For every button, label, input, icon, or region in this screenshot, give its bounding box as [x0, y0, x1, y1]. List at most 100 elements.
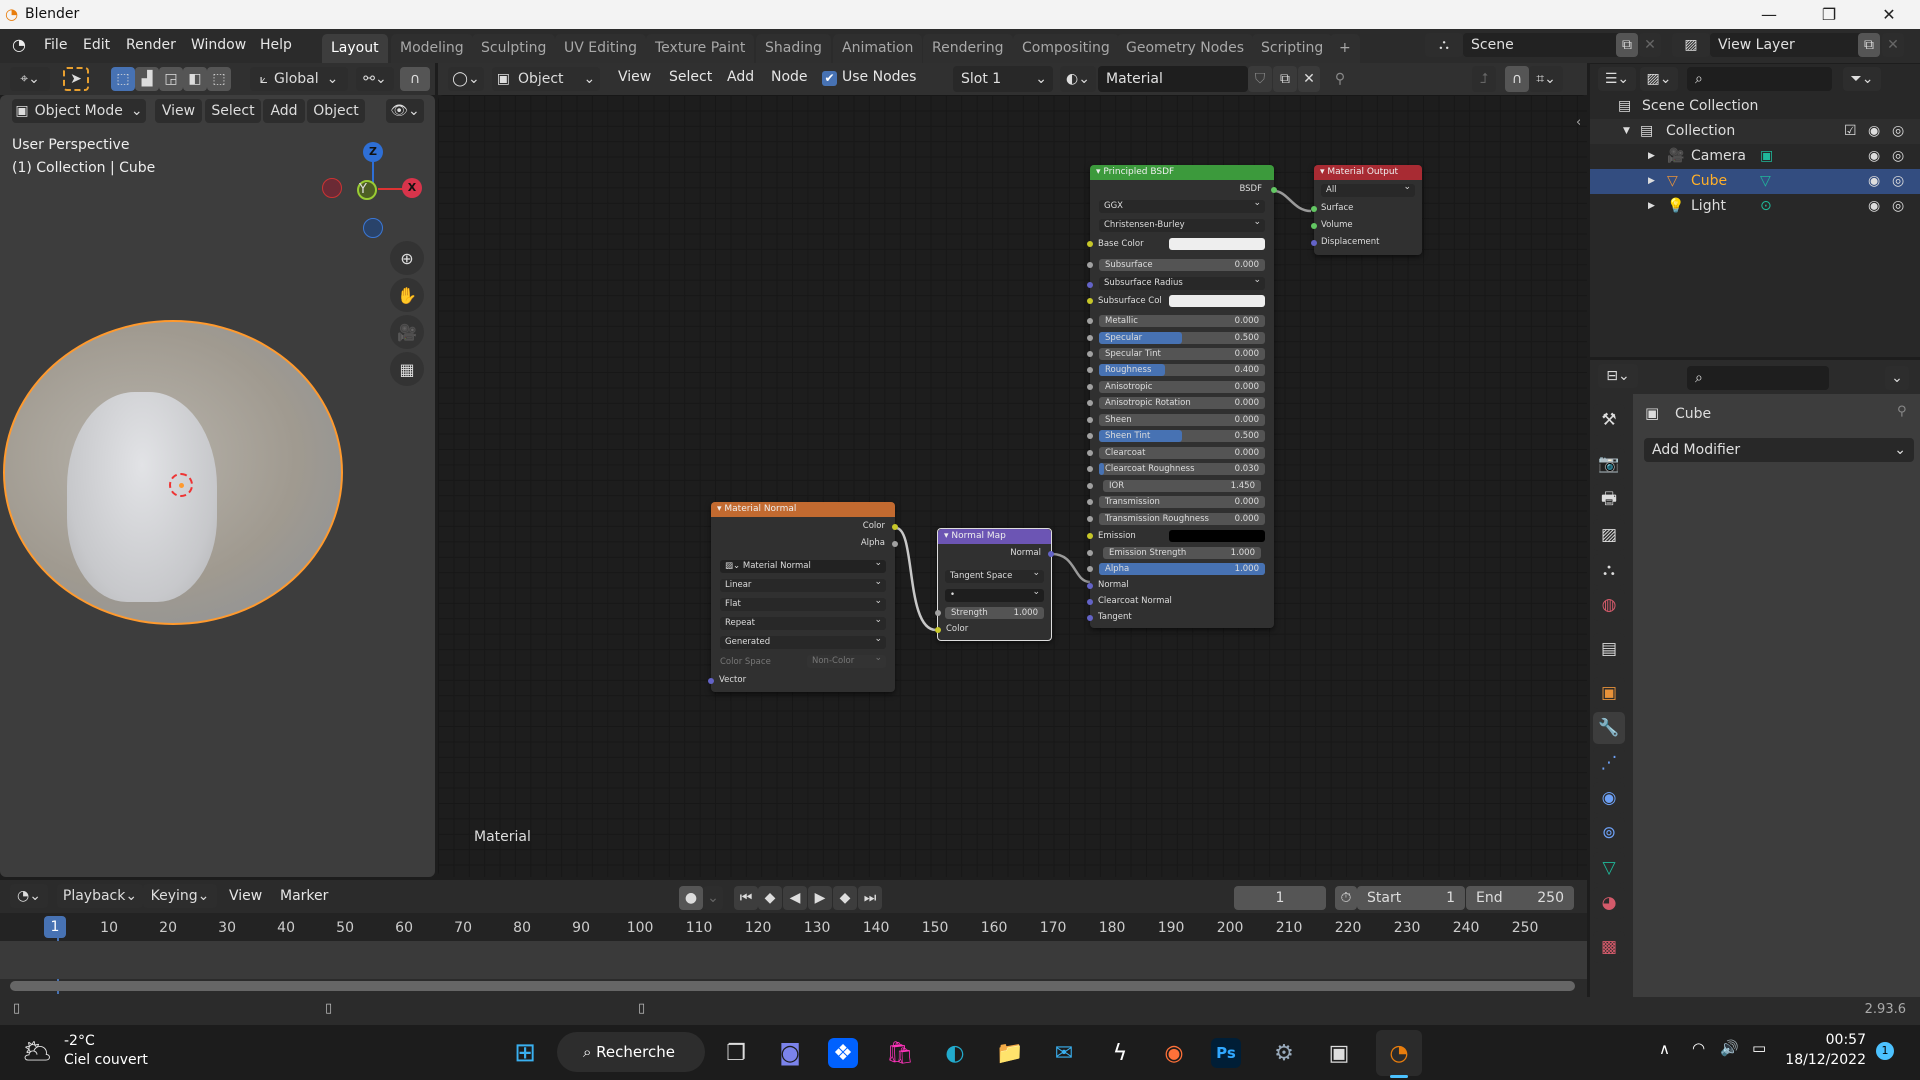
settings-gear-icon[interactable]: ⚙ — [1266, 1035, 1302, 1071]
outliner-row-cube[interactable]: ▶ ▽ Cube ▽ ◉ ◎ — [1590, 169, 1920, 194]
strength-field[interactable]: Strength 1.000 — [945, 607, 1044, 619]
param-socket[interactable] — [1087, 433, 1093, 439]
select-tool-icon[interactable]: ➤ — [63, 67, 89, 91]
tab-object-icon[interactable]: ▣ — [1593, 677, 1625, 709]
source-dropdown[interactable]: Generated — [720, 633, 886, 649]
expand-icon[interactable]: ▼ — [1623, 119, 1630, 144]
color-input-socket[interactable] — [935, 627, 941, 633]
camera-data-icon[interactable]: ▣ — [1760, 144, 1773, 169]
new-view-layer-button[interactable]: ⧉ — [1858, 33, 1880, 57]
param-field-sheen-tint[interactable]: Sheen Tint 0.500 — [1099, 430, 1265, 442]
select-mode-intersect-icon[interactable]: ⬚ — [207, 67, 231, 91]
transform-orientation-dropdown[interactable]: ⟀ Global ⌄ — [250, 67, 348, 91]
close-button[interactable]: ✕ — [1866, 0, 1912, 29]
render-camera-icon[interactable]: ◎ — [1892, 169, 1904, 194]
param-socket[interactable] — [1087, 450, 1093, 456]
photoshop-icon[interactable]: Ps — [1211, 1038, 1241, 1068]
taskbar-search[interactable]: ⌕ Recherche — [557, 1032, 705, 1072]
ortho-grid-icon[interactable]: ▦ — [390, 352, 424, 386]
tab-geometry-nodes[interactable]: Geometry Nodes — [1117, 34, 1254, 63]
expand-icon[interactable]: ▶ — [1648, 194, 1655, 219]
start-windows-icon[interactable]: ⊞ — [507, 1035, 543, 1071]
subsurface-color-swatch[interactable] — [1169, 295, 1265, 307]
param-socket[interactable] — [1087, 483, 1093, 489]
menu-file[interactable]: File — [44, 37, 67, 53]
shader-node-editor[interactable]: ▾ Principled BSDF BSDF GGX Christensen-B… — [438, 95, 1587, 877]
timeline-editor-type[interactable]: ◔⌄ — [10, 884, 48, 908]
visibility-eye-icon[interactable]: ◉ — [1868, 119, 1880, 144]
param-field-specular[interactable]: Specular 0.500 — [1099, 332, 1265, 344]
mesh-data-icon[interactable]: ▽ — [1760, 169, 1771, 194]
param-field-metallic[interactable]: Metallic 0.000 — [1099, 315, 1265, 327]
param-socket[interactable] — [1087, 516, 1093, 522]
tab-compositing[interactable]: Compositing — [1013, 34, 1119, 63]
tangent-socket[interactable] — [1087, 615, 1093, 621]
light-data-icon[interactable]: ⊙ — [1760, 194, 1772, 219]
mail-icon[interactable]: ✉ — [1046, 1035, 1082, 1071]
jump-end-button[interactable]: ⏭ — [858, 886, 882, 910]
visibility-eye-icon[interactable]: ◉ — [1868, 144, 1880, 169]
interpolation-dropdown[interactable]: Linear — [720, 576, 886, 592]
properties-options-dropdown[interactable]: ⌄ — [1885, 366, 1909, 390]
param-field-specular-tint[interactable]: Specular Tint 0.000 — [1099, 348, 1265, 360]
param-field-anisotropic[interactable]: Anisotropic 0.000 — [1099, 381, 1265, 393]
alpha-output-socket[interactable] — [892, 541, 898, 547]
tab-shading[interactable]: Shading — [756, 34, 831, 63]
use-nodes-checkbox[interactable]: ✔ — [822, 71, 837, 86]
color-space-dropdown[interactable]: Non-Color — [807, 652, 886, 668]
visibility-eye-icon[interactable]: ◉ — [1868, 194, 1880, 219]
timeline-menu-view[interactable]: View — [229, 888, 262, 904]
bsdf-output-socket[interactable] — [1271, 187, 1277, 193]
base-color-swatch[interactable] — [1169, 238, 1265, 250]
menu-render[interactable]: Render — [126, 37, 176, 53]
subsurface-method-dropdown[interactable]: Christensen-Burley — [1099, 216, 1265, 232]
param-field-anisotropic-rotation[interactable]: Anisotropic Rotation 0.000 — [1099, 397, 1265, 409]
param-socket[interactable] — [1087, 384, 1093, 390]
playhead-frame-indicator[interactable]: 1 — [44, 916, 66, 938]
subsurface-color-socket[interactable] — [1087, 298, 1093, 304]
blender-menu-icon[interactable]: ◔ — [12, 35, 26, 54]
notification-badge[interactable]: 1 — [1876, 1042, 1894, 1060]
blender-taskbar-icon[interactable]: ◔ — [1376, 1030, 1422, 1076]
gizmo-z-axis[interactable]: Z — [363, 142, 383, 162]
snap-element-dropdown[interactable]: ⌗⌄ — [1529, 66, 1563, 92]
tab-render-icon[interactable]: 📷 — [1593, 448, 1625, 480]
tab-tool-icon[interactable]: ⚒ — [1593, 404, 1625, 436]
emission-color-swatch[interactable] — [1169, 530, 1265, 542]
tab-modifiers-wrench-icon[interactable]: 🔧 — [1593, 712, 1625, 744]
new-scene-button[interactable]: ⧉ — [1616, 33, 1638, 57]
tab-layout[interactable]: Layout — [322, 34, 388, 63]
record-button[interactable]: ● — [679, 886, 703, 910]
param-field-subsurface[interactable]: Subsurface 0.000 — [1099, 259, 1265, 271]
node-menu-view[interactable]: View — [618, 69, 651, 85]
emission-socket[interactable] — [1087, 533, 1093, 539]
outliner-row-light[interactable]: ▶ 💡 Light ⊙ ◉ ◎ — [1590, 194, 1920, 219]
select-mode-extend-icon[interactable]: ▟ — [135, 67, 159, 91]
gizmo-neg-z-axis[interactable] — [363, 218, 383, 238]
dropbox-icon[interactable]: ❖ — [828, 1038, 858, 1068]
material-slot-dropdown[interactable]: Slot 1 ⌄ — [953, 66, 1053, 92]
param-socket[interactable] — [1087, 367, 1093, 373]
material-output-header[interactable]: ▾ Material Output — [1314, 165, 1422, 180]
outliner-filter-dropdown[interactable]: ⏷⌄ — [1843, 67, 1881, 91]
viewport-menu-view[interactable]: View — [155, 99, 202, 123]
param-field-clearcoat[interactable]: Clearcoat 0.000 — [1099, 447, 1265, 459]
task-view-icon[interactable]: ❐ — [718, 1035, 754, 1071]
normal-space-dropdown[interactable]: Tangent Space — [945, 567, 1044, 583]
3d-viewport[interactable]: ▣ Object Mode ⌄ View Select Add Object 👁⌄ … — [0, 95, 435, 877]
play-reverse-button[interactable]: ◀ — [783, 886, 807, 910]
image-datablock-field[interactable]: ▨⌄ Material Normal — [720, 557, 886, 573]
tab-constraints-icon[interactable]: ⊚ — [1593, 817, 1625, 849]
timeline-track-area[interactable] — [0, 941, 1587, 979]
param-socket[interactable] — [1087, 351, 1093, 357]
menu-help[interactable]: Help — [260, 37, 292, 53]
viewport-menu-select[interactable]: Select — [205, 99, 261, 123]
param-socket[interactable] — [1087, 466, 1093, 472]
tab-output-icon[interactable]: 🖶 — [1593, 484, 1625, 516]
microsoft-store-icon[interactable]: 🛍 — [882, 1035, 918, 1071]
uv-map-field[interactable]: • — [945, 586, 1044, 602]
zoom-view-icon[interactable]: ⊕ — [390, 241, 424, 275]
duplicate-material-button[interactable]: ⧉ — [1273, 66, 1297, 92]
current-frame-field[interactable]: 1 — [1234, 886, 1326, 910]
param-socket[interactable] — [1087, 318, 1093, 324]
